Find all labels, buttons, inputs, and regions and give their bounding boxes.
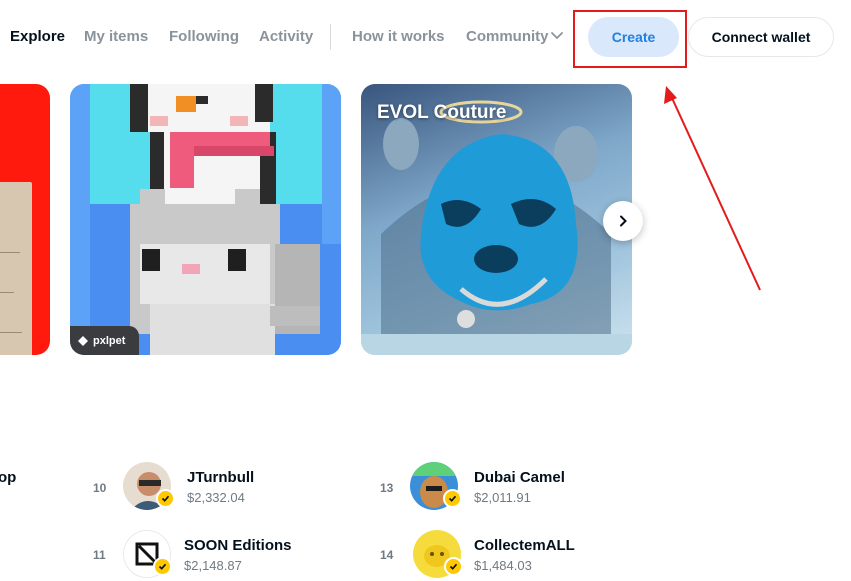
verified-badge-icon: [444, 557, 463, 576]
card-title: EVOL Couture: [377, 102, 507, 123]
card-artwork: [0, 182, 32, 355]
connect-wallet-button[interactable]: Connect wallet: [688, 17, 834, 57]
page: Explore My items Following Activity How …: [0, 0, 851, 581]
ranking-number: 13: [380, 481, 394, 495]
carousel-card-pxlpet[interactable]: pxlpet: [70, 84, 341, 355]
ranking-number: 14: [380, 548, 394, 562]
ranking-name[interactable]: SOON Editions: [184, 537, 292, 554]
verified-badge-icon: [153, 557, 172, 576]
ranking-name[interactable]: CollectemALL: [474, 537, 575, 554]
ranking-value: $2,011.91: [474, 490, 531, 505]
ranking-name[interactable]: Dubai Camel: [474, 469, 565, 486]
nav-how-it-works[interactable]: How it works: [352, 28, 445, 45]
ranking-name-truncated: op: [0, 469, 17, 486]
nav-following[interactable]: Following: [169, 28, 239, 45]
nav-divider: [330, 24, 331, 50]
verified-badge-icon: [156, 489, 175, 508]
ranking-value: $2,332.04: [187, 490, 245, 505]
annotation-highlight-box: [573, 10, 687, 68]
nav-explore[interactable]: Explore: [10, 28, 65, 45]
carousel-next-button[interactable]: [603, 201, 643, 241]
ranking-value: $2,148.87: [184, 558, 242, 573]
pxlpet-logo-icon: [78, 335, 88, 346]
carousel-card-partial[interactable]: [0, 84, 50, 355]
creator-label[interactable]: pxlpet: [70, 326, 140, 355]
nav-community[interactable]: Community: [466, 28, 549, 45]
creator-label-text: pxlpet: [93, 334, 126, 347]
ranking-name[interactable]: JTurnbull: [187, 469, 254, 486]
ranking-value: $1,484.03: [474, 558, 532, 573]
ranking-number: 11: [93, 548, 106, 562]
nav-activity[interactable]: Activity: [259, 28, 313, 45]
ranking-number: 10: [93, 481, 107, 495]
verified-badge-icon: [443, 489, 462, 508]
balaclava-artwork-image: [361, 100, 632, 355]
nav-my-items[interactable]: My items: [84, 28, 148, 45]
chevron-down-icon[interactable]: [550, 31, 564, 41]
pixel-art-image: [70, 84, 341, 355]
carousel-card-evol-couture[interactable]: EVOL Couture: [361, 84, 632, 355]
chevron-right-icon: [620, 215, 627, 227]
